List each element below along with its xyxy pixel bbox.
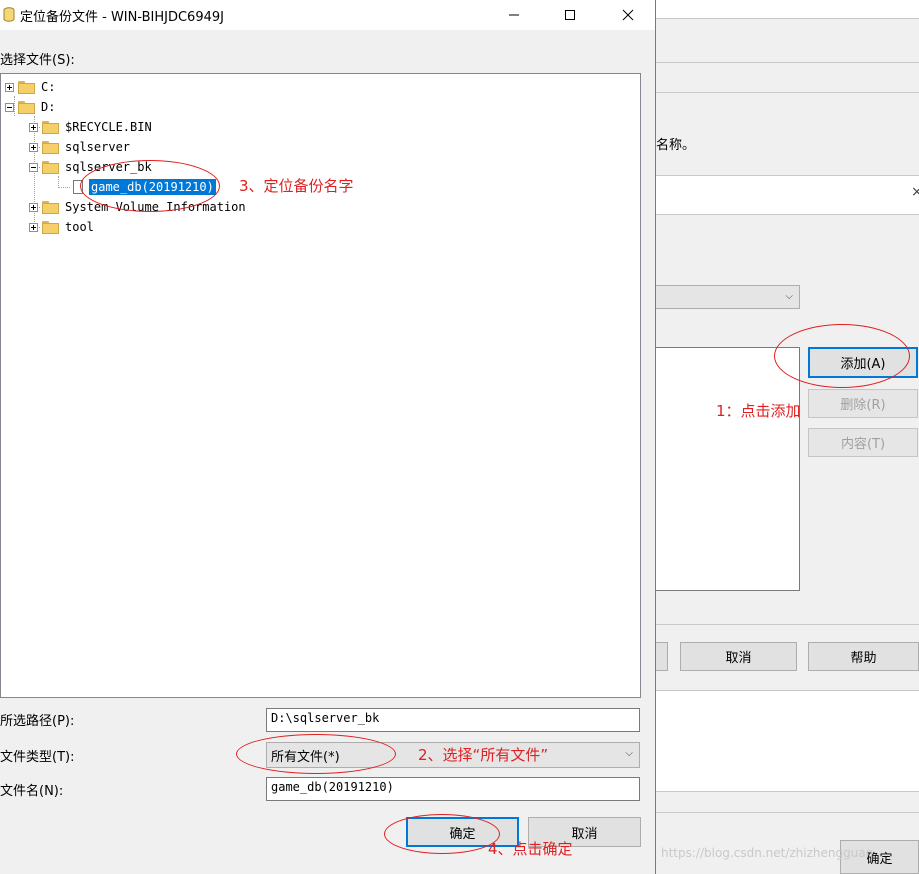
expand-icon[interactable] — [29, 202, 38, 212]
collapse-icon[interactable] — [29, 162, 38, 172]
annotation-ellipse-file-type — [236, 734, 396, 774]
background-partial-button[interactable] — [656, 642, 668, 671]
tree-item-recycle-bin[interactable]: $RECYCLE.BIN — [29, 118, 152, 136]
folder-icon — [18, 80, 35, 94]
annotation-step3: 3、定位备份名字 — [239, 177, 354, 195]
database-icon — [3, 7, 15, 22]
background-name-text: 名称。 — [656, 138, 696, 153]
minimize-button[interactable] — [490, 0, 538, 30]
tree-item-drive-d[interactable]: D: — [5, 98, 55, 116]
tree-item-sqlserver[interactable]: sqlserver — [29, 138, 130, 156]
selected-path-field[interactable]: D:\sqlserver_bk — [266, 708, 640, 732]
folder-icon — [18, 100, 35, 114]
folder-icon — [42, 120, 59, 134]
expand-icon[interactable] — [29, 142, 38, 152]
collapse-icon[interactable] — [5, 102, 14, 112]
annotation-ellipse-add — [774, 324, 910, 388]
select-file-label: 选择文件(S): — [0, 53, 75, 68]
background-help-button[interactable]: 帮助 — [808, 642, 919, 671]
chevron-down-icon: ⌵ — [625, 748, 633, 759]
file-tree[interactable]: C: D: $RECYCLE.BIN sqlserver sqlserver_b… — [0, 73, 641, 698]
remove-button[interactable]: 删除(R) — [808, 389, 918, 418]
background-close-icon[interactable]: × — [911, 184, 919, 200]
folder-icon — [42, 160, 59, 174]
dialog-title: 定位备份文件 - WIN-BIHJDC6949J — [20, 10, 224, 25]
file-name-label: 文件名(N): — [0, 784, 64, 799]
folder-icon — [42, 220, 59, 234]
tree-item-drive-c[interactable]: C: — [5, 78, 55, 96]
annotation-ellipse-ok — [384, 814, 500, 854]
chevron-down-icon: ⌵ — [785, 291, 793, 302]
close-button[interactable] — [604, 0, 652, 30]
maximize-icon — [565, 10, 575, 20]
watermark-text: https://blog.csdn.net/zhizhengguan — [661, 846, 874, 860]
annotation-step1: 1：点击添加 — [716, 402, 801, 420]
maximize-button[interactable] — [546, 0, 594, 30]
background-top-strip — [656, 0, 919, 19]
expand-icon[interactable] — [29, 222, 38, 232]
annotation-step4: 4、点击确定 — [488, 840, 573, 858]
tree-item-tool[interactable]: tool — [29, 218, 94, 236]
selected-path-label: 所选路径(P): — [0, 714, 75, 729]
annotation-ellipse-backup-file — [80, 160, 220, 212]
background-lower-panel — [656, 690, 919, 792]
file-name-field[interactable]: game_db(20191210) — [266, 777, 640, 801]
folder-icon — [42, 200, 59, 214]
annotation-step2: 2、选择“所有文件” — [418, 746, 549, 764]
background-combo[interactable]: ⌵ — [656, 285, 800, 309]
expand-icon[interactable] — [5, 82, 14, 92]
background-cancel-button[interactable]: 取消 — [680, 642, 797, 671]
contents-button[interactable]: 内容(T) — [808, 428, 918, 457]
background-list-box[interactable] — [656, 347, 800, 591]
folder-icon — [42, 140, 59, 154]
file-type-label: 文件类型(T): — [0, 750, 75, 765]
expand-icon[interactable] — [29, 122, 38, 132]
minimize-icon — [509, 14, 519, 16]
background-dialog: 名称。 × ⌵ 添加(A) 删除(R) 内容(T) 取消 帮助 确定 — [656, 0, 919, 874]
close-icon — [622, 9, 634, 21]
title-bar[interactable]: 定位备份文件 - WIN-BIHJDC6949J — [0, 0, 655, 30]
background-header-panel — [656, 175, 919, 215]
